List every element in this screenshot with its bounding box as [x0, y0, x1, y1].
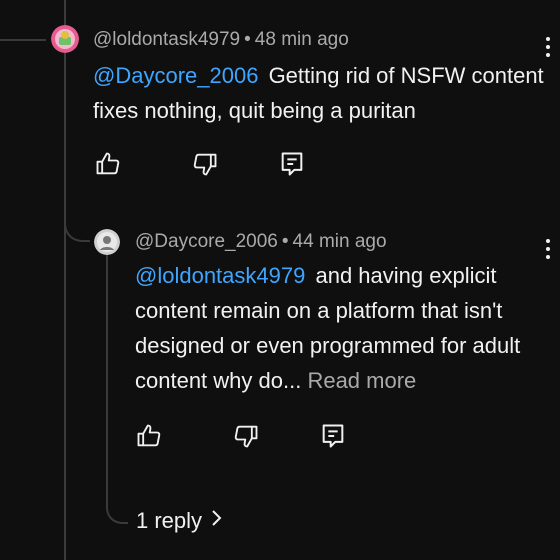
comment-reply-button[interactable] [278, 150, 306, 178]
thread-line-replies-curve [106, 490, 128, 524]
thumb-up-icon [137, 424, 161, 447]
thread-line-main [64, 0, 66, 560]
chevron-right-icon [210, 507, 222, 533]
reply-icon [281, 152, 303, 176]
replies-count-label: 1 reply [136, 508, 203, 533]
avatar[interactable] [51, 25, 79, 53]
thumb-down-icon [234, 425, 258, 448]
thread-line-top [0, 39, 46, 41]
reply-author[interactable]: @Daycore_2006 [135, 231, 278, 252]
view-replies-link[interactable]: 1 reply [136, 508, 222, 534]
comment-meta: @loldontask4979 • 48 min ago [93, 29, 349, 51]
reply-icon [322, 424, 344, 448]
thread-line-reply-curve [64, 200, 90, 242]
reply-timestamp[interactable]: 44 min ago [293, 231, 387, 252]
separator-dot: • [281, 231, 289, 252]
comment-dislike-button[interactable] [191, 150, 219, 178]
reply-dislike-button[interactable] [232, 422, 260, 450]
reply-mention-link[interactable]: @loldontask4979 [135, 263, 305, 288]
comment-text: @Daycore_2006 Getting rid of NSFW conten… [93, 58, 548, 128]
reply-like-button[interactable] [135, 422, 163, 450]
reply-avatar[interactable] [94, 229, 120, 255]
comment-like-button[interactable] [94, 150, 122, 178]
reply-reply-button[interactable] [319, 422, 347, 450]
comment-timestamp[interactable]: 48 min ago [255, 29, 349, 50]
thumb-up-icon [96, 152, 120, 175]
separator-dot: • [244, 29, 251, 50]
comment-more-icon[interactable] [545, 37, 551, 57]
comment-mention-link[interactable]: @Daycore_2006 [93, 63, 258, 88]
reply-text: @loldontask4979 and having explicit cont… [135, 258, 550, 398]
comment-author[interactable]: @loldontask4979 [93, 29, 240, 50]
reply-meta: @Daycore_2006 • 44 min ago [135, 231, 387, 253]
reply-more-icon[interactable] [545, 239, 551, 259]
thread-line-sub [106, 252, 108, 492]
thumb-down-icon [193, 153, 217, 176]
read-more-link[interactable]: Read more [307, 368, 416, 393]
